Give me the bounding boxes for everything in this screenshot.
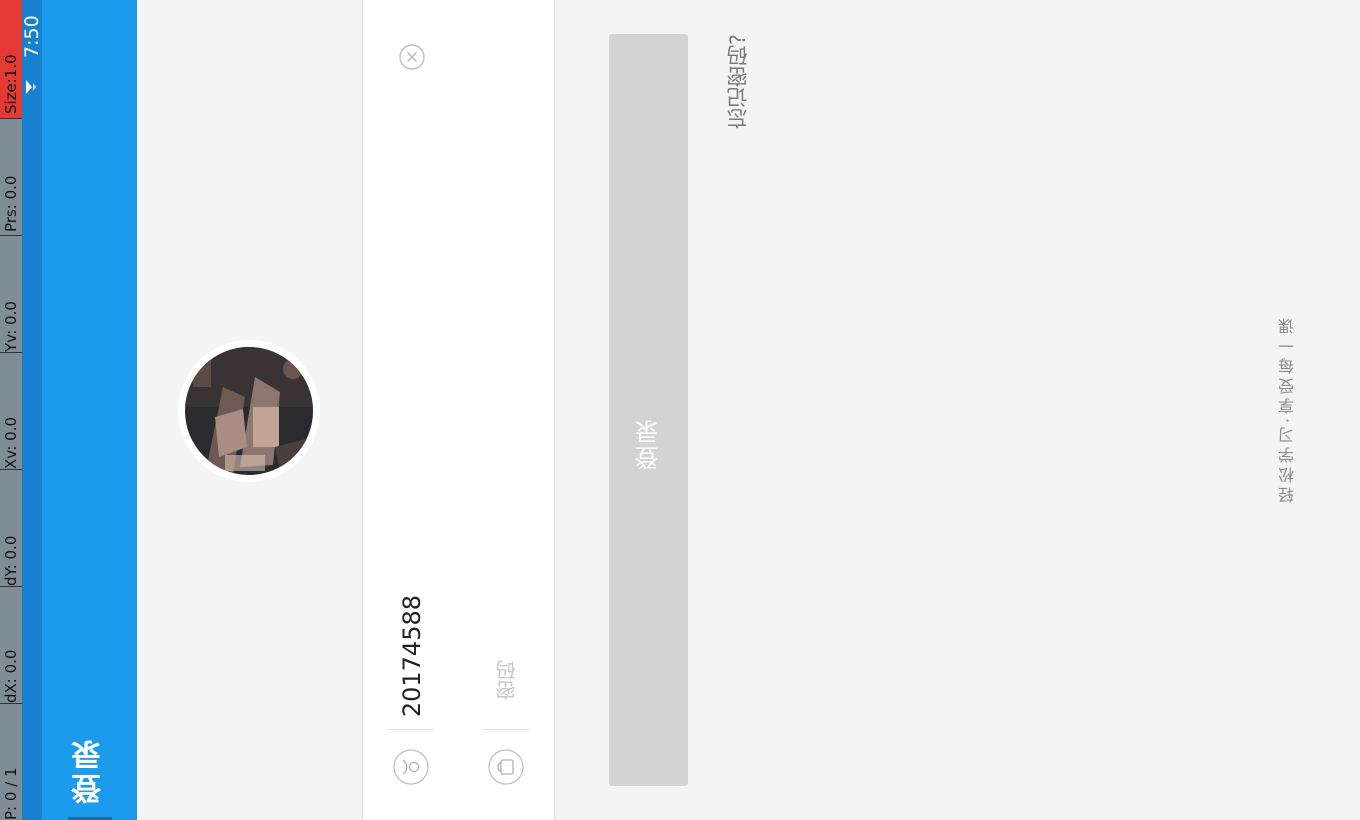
lock-icon bbox=[488, 749, 524, 785]
slogan-text: 轻松学习·享受每一课 bbox=[1278, 314, 1297, 504]
debug-divider bbox=[0, 469, 22, 470]
username-input[interactable]: 20174588 bbox=[397, 595, 427, 717]
user-icon bbox=[393, 749, 429, 785]
debug-divider bbox=[0, 118, 22, 119]
app-bar-title: 登录 bbox=[71, 736, 107, 804]
debug-divider bbox=[0, 352, 22, 353]
username-divider bbox=[388, 729, 434, 730]
app-bar: 登录 bbox=[42, 0, 137, 820]
status-bar: 7:50 bbox=[21, 0, 43, 820]
login-button-label: 登录 bbox=[635, 418, 663, 470]
debug-y-velocity: Yv: 0.0 bbox=[2, 301, 20, 352]
password-divider bbox=[483, 729, 529, 730]
avatar bbox=[178, 340, 320, 482]
avatar-image bbox=[185, 347, 313, 475]
debug-divider bbox=[0, 703, 22, 704]
login-button[interactable]: 登录 bbox=[609, 34, 688, 786]
password-field[interactable]: 密码 bbox=[458, 0, 555, 820]
status-time: 7:50 bbox=[21, 15, 43, 58]
username-field[interactable]: 20174588 bbox=[362, 0, 459, 820]
debug-divider bbox=[0, 235, 22, 236]
debug-size: Size:1.0 bbox=[2, 54, 20, 114]
debug-pointer-count: P: 0 / 1 bbox=[2, 767, 20, 820]
password-input[interactable]: 密码 bbox=[490, 650, 522, 710]
wifi-icon bbox=[26, 80, 36, 94]
pointer-debug-overlay: Size:1.0 Prs: 0.0 Yv: 0.0 Xv: 0.0 dY: 0.… bbox=[0, 0, 22, 820]
debug-pressure: Prs: 0.0 bbox=[2, 175, 20, 232]
debug-delta-x: dX: 0.0 bbox=[2, 649, 20, 703]
debug-divider bbox=[0, 586, 22, 587]
close-circle-icon[interactable] bbox=[398, 43, 426, 71]
forgot-password-link[interactable]: 忘记密码? bbox=[724, 30, 752, 134]
debug-x-velocity: Xv: 0.0 bbox=[2, 416, 20, 469]
debug-delta-y: dY: 0.0 bbox=[2, 535, 20, 586]
